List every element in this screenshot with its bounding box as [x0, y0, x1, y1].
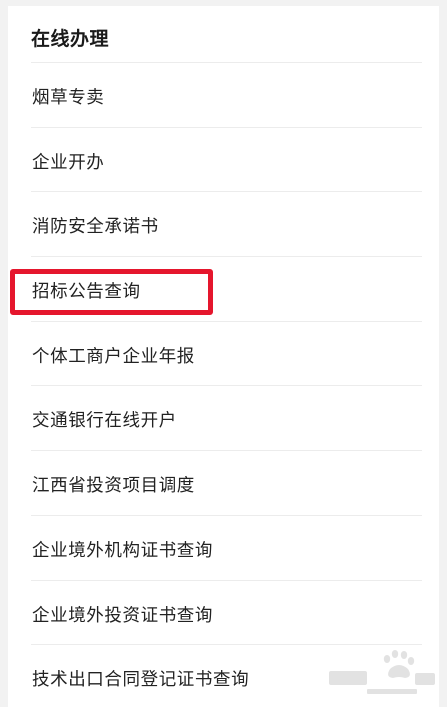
list-item-tobacco-monopoly[interactable]: 烟草专卖	[8, 62, 439, 127]
list-item-label: 个体工商户企业年报	[32, 346, 195, 367]
list-item-label: 技术出口合同登记证书查询	[32, 670, 250, 691]
list-item-tech-export-contract-certificate-query[interactable]: 技术出口合同登记证书查询	[8, 644, 439, 707]
list-item-individual-business-annual-report[interactable]: 个体工商户企业年报	[8, 320, 439, 386]
list-item-label: 交通银行在线开户	[32, 411, 177, 432]
list-item-label: 企业境外机构证书查询	[32, 540, 213, 561]
list-item-fire-safety-commitment[interactable]: 消防安全承诺书	[8, 191, 439, 256]
list-item-business-startup[interactable]: 企业开办	[8, 126, 439, 192]
list-item-label: 企业境外投资证书查询	[32, 605, 213, 626]
online-services-card: 在线办理 烟草专卖 企业开办 消防安全承诺书 招标公告查询 个体工商户企业年报 …	[8, 6, 439, 707]
list-item-label: 消防安全承诺书	[32, 217, 159, 238]
list-item-bocom-online-account[interactable]: 交通银行在线开户	[8, 385, 439, 450]
list-item-label: 江西省投资项目调度	[32, 476, 195, 497]
list-item-label: 企业开办	[32, 152, 105, 173]
list-item-tender-announcement-query[interactable]: 招标公告查询	[8, 256, 439, 321]
list-item-jiangxi-investment-scheduling[interactable]: 江西省投资项目调度	[8, 450, 439, 515]
service-list: 烟草专卖 企业开办 消防安全承诺书 招标公告查询 个体工商户企业年报 交通银行在…	[8, 62, 439, 707]
list-item-label: 烟草专卖	[32, 88, 105, 108]
section-title: 在线办理	[31, 28, 110, 50]
list-item-overseas-institution-certificate-query[interactable]: 企业境外机构证书查询	[8, 514, 439, 580]
list-item-label: 招标公告查询	[32, 282, 141, 303]
list-item-overseas-investment-certificate-query[interactable]: 企业境外投资证书查询	[8, 579, 439, 645]
